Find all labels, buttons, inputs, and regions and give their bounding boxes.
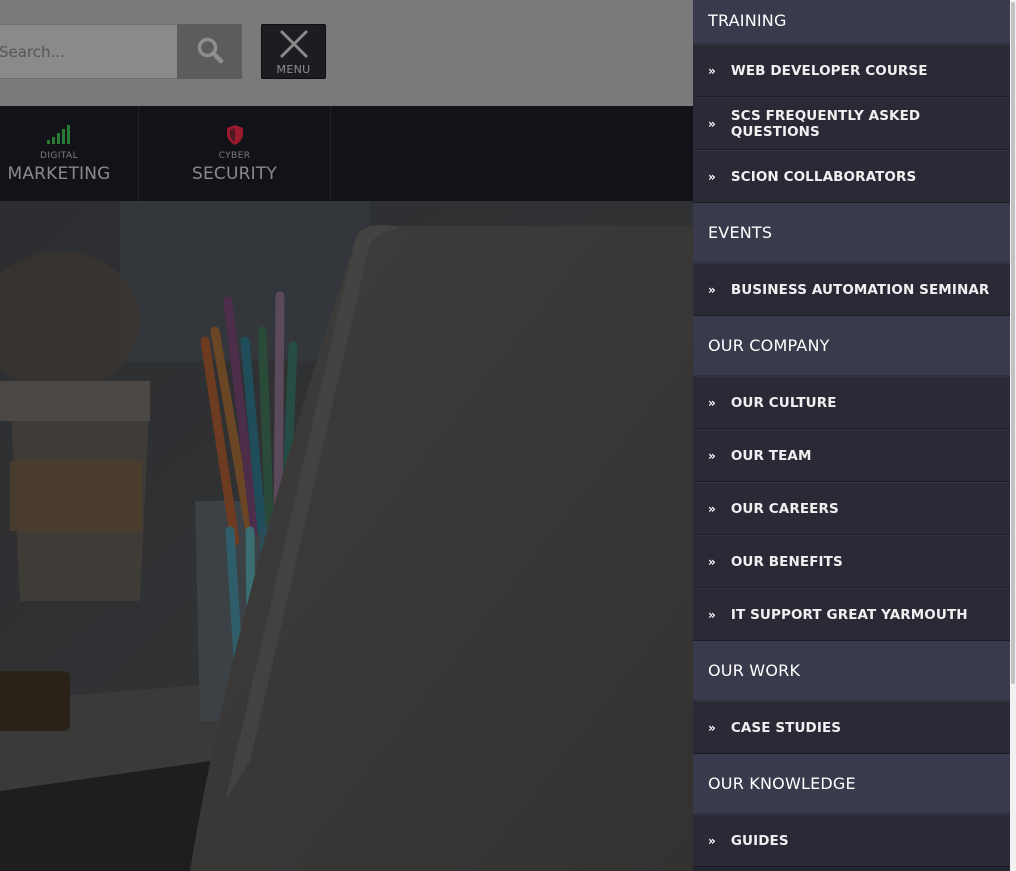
section-title: OUR COMPANY [708,336,830,355]
drawer-item-guides[interactable]: » GUIDES [693,814,1010,867]
bullet-icon: » [708,448,716,463]
bullet-icon: » [708,554,716,569]
drawer-item-label: OUR BENEFITS [730,553,843,570]
drawer-item-label: CASE STUDIES [730,719,842,736]
drawer-item-case-studies[interactable]: » CASE STUDIES [693,701,1010,754]
scrollbar-thumb[interactable] [1011,2,1015,684]
navigation-drawer: TRAINING » WEB DEVELOPER COURSE » SCS FR… [693,0,1010,871]
bullet-icon: » [708,720,716,735]
drawer-item-label: GUIDES [730,832,789,849]
drawer-section-our-company[interactable]: OUR COMPANY [693,316,1010,376]
bullet-icon: » [708,282,716,297]
bullet-icon: » [708,607,716,622]
bullet-icon: » [708,833,716,848]
page-overlay[interactable] [0,0,693,871]
drawer-item-label: SCION COLLABORATORS [730,168,917,185]
drawer-item-label: OUR CULTURE [730,394,837,411]
section-title: OUR KNOWLEDGE [708,774,856,793]
drawer-item-scs-faq[interactable]: » SCS FREQUENTLY ASKED QUESTIONS [693,97,1010,150]
page-scrollbar[interactable] [1010,0,1016,871]
drawer-item-business-automation-seminar[interactable]: » BUSINESS AUTOMATION SEMINAR [693,263,1010,316]
drawer-item-our-benefits[interactable]: » OUR BENEFITS [693,535,1010,588]
drawer-section-our-knowledge[interactable]: OUR KNOWLEDGE [693,754,1010,814]
drawer-item-scion-collaborators[interactable]: » SCION COLLABORATORS [693,150,1010,203]
drawer-item-label: OUR CAREERS [730,500,839,517]
bullet-icon: » [708,63,716,78]
bullet-icon: » [708,501,716,516]
drawer-item-label: IT SUPPORT GREAT YARMOUTH [730,606,968,623]
drawer-item-label: BUSINESS AUTOMATION SEMINAR [730,281,990,298]
bullet-icon: » [708,116,716,131]
drawer-item-label: WEB DEVELOPER COURSE [730,62,928,79]
section-title: OUR WORK [708,661,801,680]
drawer-item-label: SCS FREQUENTLY ASKED QUESTIONS [730,107,921,140]
drawer-section-events[interactable]: EVENTS [693,203,1010,263]
drawer-section-training[interactable]: TRAINING [693,0,1010,44]
drawer-item-our-culture[interactable]: » OUR CULTURE [693,376,1010,429]
drawer-item-web-developer-course[interactable]: » WEB DEVELOPER COURSE [693,44,1010,97]
drawer-section-our-work[interactable]: OUR WORK [693,641,1010,701]
section-title: TRAINING [708,11,787,30]
drawer-item-it-support-great-yarmouth[interactable]: » IT SUPPORT GREAT YARMOUTH [693,588,1010,641]
section-title: EVENTS [708,223,773,242]
bullet-icon: » [708,169,716,184]
bullet-icon: » [708,395,716,410]
drawer-item-our-team[interactable]: » OUR TEAM [693,429,1010,482]
page-content: MENU DIGITAL MARKETING [0,0,693,871]
drawer-item-our-careers[interactable]: » OUR CAREERS [693,482,1010,535]
drawer-item-label: OUR TEAM [730,447,812,464]
